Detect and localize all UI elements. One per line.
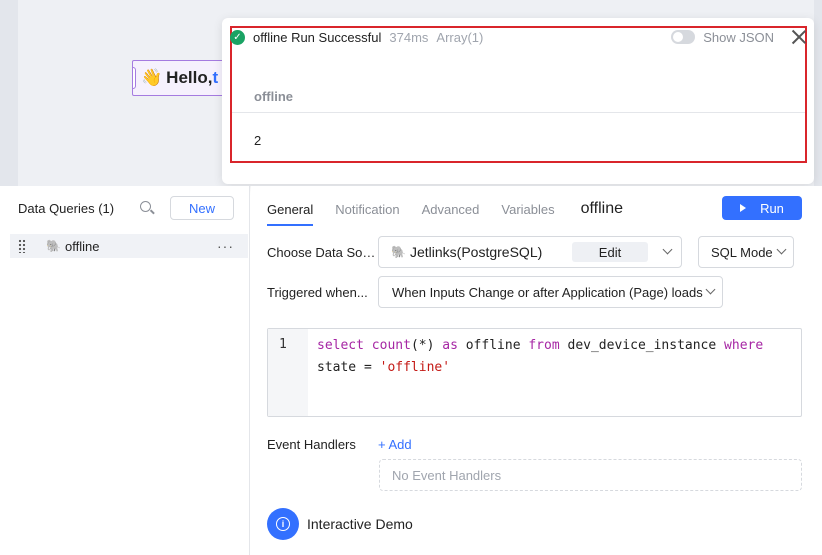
more-options-icon[interactable]: ···: [217, 239, 234, 253]
data-queries-sidebar: Data Queries (1) New 🐘 offline ···: [0, 186, 250, 555]
result-header: ✓ offline Run Successful 374ms Array(1) …: [230, 26, 806, 48]
datasource-value: Jetlinks(PostgreSQL): [410, 244, 543, 260]
result-duration: 374ms: [389, 29, 429, 45]
add-event-handler-link[interactable]: + Add: [378, 437, 412, 452]
info-icon[interactable]: i: [267, 508, 299, 540]
query-label: offline: [65, 238, 100, 254]
canvas-left-gutter: [0, 0, 18, 186]
show-json-toggle[interactable]: [671, 30, 696, 44]
datasource-label: Choose Data So…: [267, 245, 376, 260]
canvas-right-gutter: [814, 0, 822, 186]
sidebar-title: Data Queries (1): [18, 200, 115, 216]
tab-variables[interactable]: Variables: [501, 202, 554, 217]
query-result-panel: ✓ offline Run Successful 374ms Array(1) …: [222, 18, 814, 184]
trigger-select[interactable]: When Inputs Change or after Application …: [378, 276, 723, 308]
query-list-item[interactable]: 🐘 offline ···: [10, 234, 248, 258]
active-tab-indicator: [267, 224, 313, 226]
widget-text-tail: t: [212, 68, 219, 87]
config-tabs: General Notification Advanced Variables …: [267, 200, 623, 218]
event-handlers-label: Event Handlers: [267, 437, 356, 452]
tab-general[interactable]: General: [267, 202, 313, 217]
result-divider: [232, 112, 805, 113]
no-event-handlers-box: No Event Handlers: [379, 459, 802, 491]
interactive-demo[interactable]: i Interactive Demo: [267, 508, 413, 540]
run-label: Run: [760, 200, 784, 216]
result-type: Array(1): [436, 29, 484, 45]
search-icon[interactable]: [140, 201, 151, 212]
close-icon[interactable]: [792, 30, 806, 44]
result-cell: 2: [254, 133, 262, 148]
tab-advanced[interactable]: Advanced: [422, 202, 480, 217]
result-column-header: offline: [254, 89, 293, 104]
sql-mode-select[interactable]: SQL Mode: [698, 236, 794, 268]
line-number: 1: [279, 337, 287, 352]
success-check-icon: ✓: [230, 29, 245, 45]
interactive-demo-label: Interactive Demo: [307, 516, 413, 532]
chevron-down-icon: [662, 244, 673, 255]
datasource-select[interactable]: 🐘 Jetlinks(PostgreSQL) Edit: [378, 236, 682, 268]
postgresql-icon: 🐘: [46, 238, 61, 253]
chevron-down-icon: [705, 284, 716, 295]
edit-datasource-button[interactable]: Edit: [572, 242, 648, 262]
show-json-label[interactable]: Show JSON: [703, 30, 774, 45]
query-config-panel: General Notification Advanced Variables …: [251, 186, 822, 555]
query-name-title[interactable]: offline: [581, 200, 623, 218]
result-title: offline Run Successful: [253, 29, 382, 45]
chevron-down-icon: [776, 244, 787, 255]
widget-text: Hello,: [166, 68, 213, 87]
wave-emoji: 👋: [141, 68, 163, 87]
editor-gutter: 1: [268, 329, 308, 416]
sql-code[interactable]: select count(*) as offline from dev_devi…: [317, 335, 787, 379]
new-query-button[interactable]: New: [170, 196, 234, 220]
sql-editor[interactable]: 1 select count(*) as offline from dev_de…: [267, 328, 802, 417]
trigger-value: When Inputs Change or after Application …: [392, 284, 703, 300]
drag-handle-icon[interactable]: [18, 239, 26, 253]
run-button[interactable]: Run: [722, 196, 802, 220]
postgresql-icon: 🐘: [391, 244, 406, 259]
play-icon: [740, 204, 747, 212]
mode-value: SQL Mode: [711, 244, 773, 260]
tab-notification[interactable]: Notification: [335, 202, 399, 217]
sidebar-header: Data Queries (1) New: [18, 196, 238, 220]
resize-handle[interactable]: [133, 67, 136, 89]
trigger-label: Triggered when...: [267, 285, 368, 300]
